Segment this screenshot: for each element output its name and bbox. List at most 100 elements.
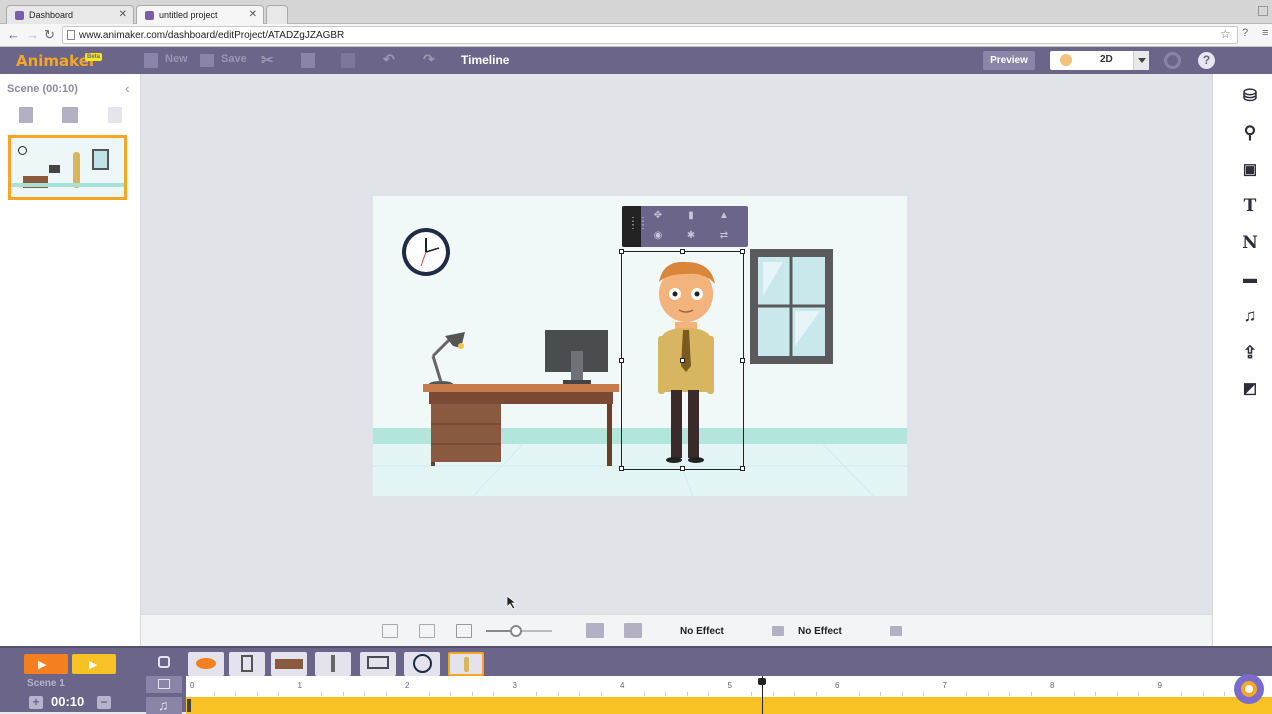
delete-scene-icon[interactable] — [108, 107, 122, 123]
object-settings-gear-icon[interactable]: ✱ — [685, 230, 697, 242]
mode-select[interactable]: 2D — [1050, 51, 1149, 70]
tab-dashboard[interactable]: Dashboard ✕ — [6, 5, 134, 24]
window-control-icon[interactable] — [1258, 6, 1268, 16]
desk-object-thumb[interactable] — [271, 652, 307, 676]
ruler-minor-tick — [385, 692, 387, 696]
exit-effect-label[interactable]: No Effect — [798, 626, 842, 637]
settings-gear-icon[interactable] — [1164, 52, 1181, 69]
move-icon[interactable]: ✥ — [652, 210, 664, 222]
redo-icon[interactable]: ↷ — [423, 51, 435, 68]
ruler-tick-label: 5 — [727, 681, 732, 690]
undo-icon[interactable]: ↶ — [383, 51, 395, 68]
music-track-icon[interactable]: ♫ — [146, 697, 182, 714]
url-input[interactable]: www.animaker.com/dashboard/editProject/A… — [62, 26, 1238, 44]
cut-scissors-icon[interactable]: ✂ — [261, 51, 274, 69]
flip-icon[interactable]: ▲ — [718, 210, 730, 222]
center-handle[interactable] — [680, 358, 685, 363]
copy-icon[interactable] — [301, 53, 315, 68]
play-scene-button[interactable]: ▶ — [24, 654, 68, 674]
close-tab-icon[interactable]: ✕ — [119, 9, 127, 20]
new-tab-button[interactable] — [266, 5, 288, 24]
back-arrow-icon[interactable]: ← — [7, 27, 20, 42]
preview-button[interactable]: Preview — [983, 51, 1035, 70]
zoom-slider-knob[interactable] — [509, 625, 522, 637]
swap-icon[interactable]: ⇄ — [718, 230, 730, 242]
collapse-chevron-left-icon[interactable]: ‹ — [125, 80, 130, 96]
duplicate-scene-icon[interactable] — [62, 107, 78, 123]
enter-effect-label[interactable]: No Effect — [680, 626, 724, 637]
camera-track-icon[interactable] — [146, 676, 182, 693]
url-text: www.animaker.com/dashboard/editProject/A… — [79, 30, 345, 41]
reload-icon[interactable]: ↻ — [44, 27, 55, 43]
character-object-thumb[interactable] — [448, 652, 484, 676]
close-tab-icon[interactable]: ✕ — [249, 9, 257, 20]
timeline-title[interactable]: Timeline — [461, 53, 509, 67]
forward-arrow-icon[interactable]: → — [26, 27, 39, 42]
delete-trash-icon[interactable]: ▮ — [685, 210, 697, 222]
save-button[interactable]: Save — [221, 53, 247, 65]
bookmark-star-icon[interactable]: ☆ — [1220, 27, 1231, 41]
resize-handle[interactable] — [619, 466, 624, 471]
background-icon[interactable]: ◩ — [1239, 379, 1261, 397]
drag-handle-icon[interactable]: ⋮⋮ ⋮⋮ — [622, 206, 648, 247]
image-icon[interactable]: ▣ — [1239, 160, 1261, 178]
resize-handle[interactable] — [680, 466, 685, 471]
new-button[interactable]: New — [165, 53, 188, 65]
expand-icon[interactable] — [419, 624, 435, 638]
assistant-mascot-icon[interactable] — [1234, 674, 1264, 704]
upload-icon[interactable]: ⇪ — [1239, 343, 1261, 363]
scene-panel-title: Scene (00:10) — [7, 83, 78, 95]
help-icon[interactable]: ? — [1242, 27, 1248, 39]
exit-effect-arrow-icon[interactable] — [890, 626, 902, 636]
record-icon[interactable]: ◉ — [652, 230, 664, 242]
save-disk-icon — [200, 54, 214, 67]
text-icon[interactable]: T — [1239, 196, 1261, 216]
wall-clock[interactable] — [402, 228, 450, 276]
visibility-eye-icon[interactable] — [188, 652, 224, 676]
zoom-slider-track[interactable] — [486, 625, 552, 637]
decrease-duration-button[interactable]: − — [97, 696, 111, 709]
enter-effect-icon[interactable] — [586, 623, 604, 638]
ruler-minor-tick — [278, 692, 279, 696]
character-icon[interactable]: ⛁ — [1239, 86, 1261, 106]
monitor-object-thumb[interactable] — [360, 652, 396, 676]
music-icon[interactable]: ♫ — [1239, 306, 1261, 326]
resize-handle[interactable] — [740, 466, 745, 471]
fit-screen-icon[interactable] — [382, 624, 398, 638]
menu-icon[interactable]: ≡ — [1262, 27, 1268, 39]
playhead-knob[interactable] — [757, 678, 766, 685]
window-object-thumb[interactable] — [229, 652, 265, 676]
video-icon[interactable]: ▬ — [1239, 270, 1261, 286]
enter-effect-arrow-icon[interactable] — [772, 626, 784, 636]
add-scene-icon[interactable] — [19, 107, 33, 123]
chevron-down-icon[interactable] — [1133, 51, 1149, 70]
timeline-ruler[interactable]: 0 1 2 3 4 5 6 7 8 9 — [186, 676, 1272, 697]
increase-duration-button[interactable]: + — [29, 696, 43, 709]
timeline-track[interactable] — [186, 697, 1272, 714]
play-all-button[interactable]: ▶ — [72, 654, 116, 674]
wall-window[interactable] — [750, 249, 833, 364]
computer-monitor[interactable] — [545, 330, 608, 384]
ruler-minor-tick — [1224, 692, 1225, 696]
effect-play-icon[interactable] — [624, 623, 642, 638]
resize-handle[interactable] — [680, 249, 685, 254]
resize-handle[interactable] — [619, 358, 624, 363]
camera-object-icon[interactable] — [146, 652, 182, 676]
clock-object-thumb[interactable] — [404, 652, 440, 676]
track-start-handle[interactable] — [187, 699, 191, 712]
props-icon[interactable]: ⚲ — [1239, 123, 1261, 143]
resize-handle[interactable] — [619, 249, 624, 254]
lamp-object-thumb[interactable] — [315, 652, 351, 676]
help-question-icon[interactable]: ? — [1198, 52, 1215, 69]
ruler-minor-tick — [493, 692, 494, 696]
number-icon[interactable]: N — [1239, 233, 1261, 253]
scene-thumbnail[interactable] — [8, 135, 127, 200]
resize-handle[interactable] — [740, 249, 745, 254]
tab-untitled-project[interactable]: untitled project ✕ — [136, 5, 264, 24]
paste-icon[interactable] — [341, 53, 355, 68]
selection-box[interactable] — [619, 249, 745, 471]
resize-handle[interactable] — [740, 358, 745, 363]
ruler-minor-tick — [471, 692, 473, 696]
grid-icon[interactable] — [456, 624, 472, 638]
desk-lamp[interactable] — [429, 332, 465, 387]
